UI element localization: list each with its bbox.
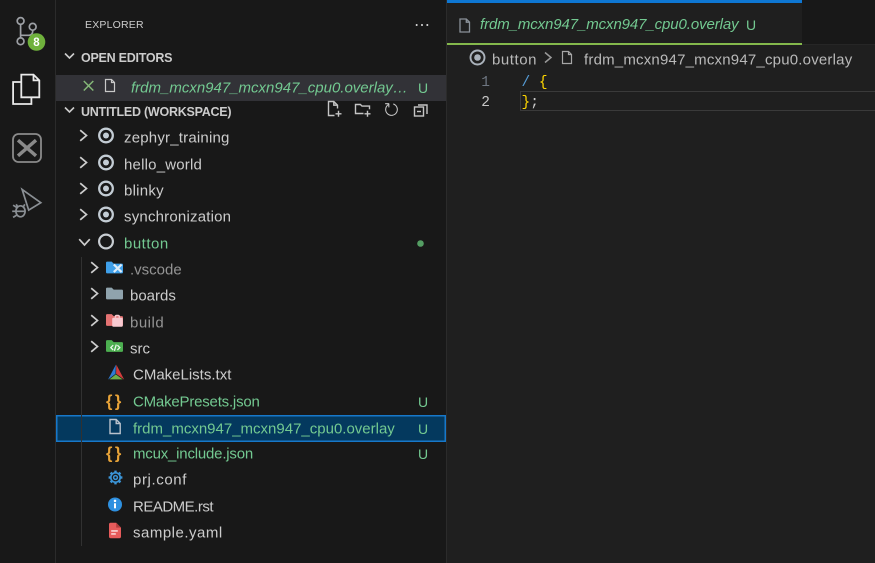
svg-text:8: 8 [33,37,40,49]
